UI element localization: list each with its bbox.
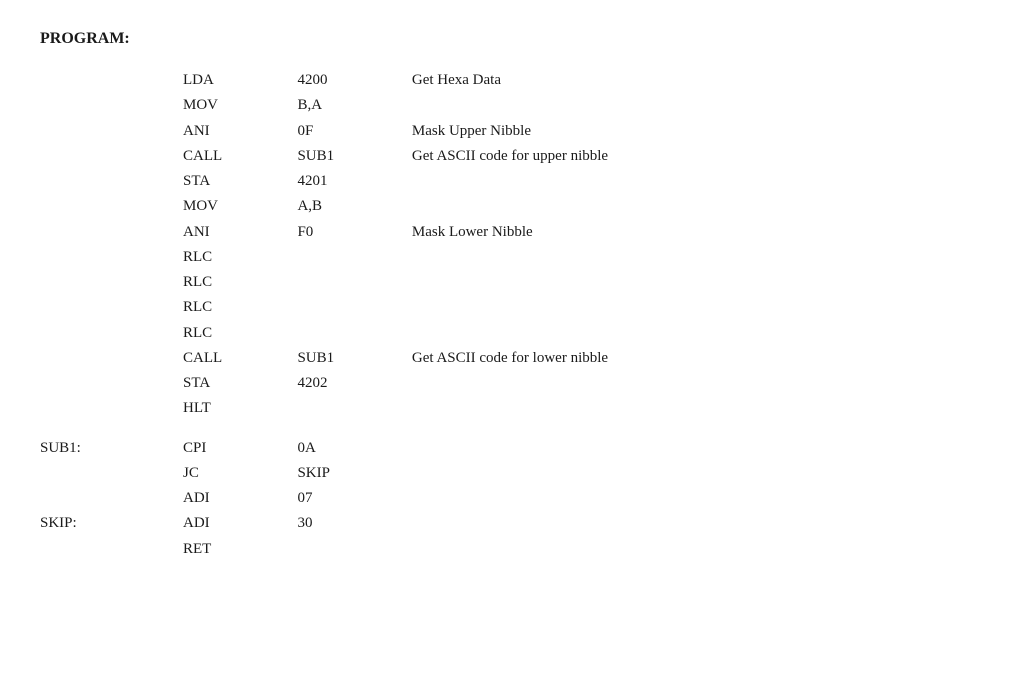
row-comment bbox=[412, 396, 984, 421]
row-mnemonic: CALL bbox=[183, 346, 297, 371]
row-mnemonic: CPI bbox=[183, 436, 297, 461]
table-row: ANIF0Mask Lower Nibble bbox=[40, 220, 984, 245]
row-comment bbox=[412, 511, 984, 536]
table-row: RLC bbox=[40, 295, 984, 320]
row-label bbox=[40, 194, 183, 219]
row-mnemonic: MOV bbox=[183, 194, 297, 219]
row-mnemonic: STA bbox=[183, 371, 297, 396]
program-heading: PROGRAM: bbox=[40, 30, 984, 48]
row-mnemonic: JC bbox=[183, 461, 297, 486]
row-comment bbox=[412, 93, 984, 118]
row-label bbox=[40, 270, 183, 295]
row-mnemonic: ADI bbox=[183, 511, 297, 536]
row-mnemonic: RLC bbox=[183, 270, 297, 295]
row-operand bbox=[297, 270, 411, 295]
table-row: MOVA,B bbox=[40, 194, 984, 219]
row-comment: Mask Upper Nibble bbox=[412, 119, 984, 144]
row-mnemonic: ADI bbox=[183, 486, 297, 511]
row-comment bbox=[412, 245, 984, 270]
row-operand: B,A bbox=[297, 93, 411, 118]
row-label bbox=[40, 371, 183, 396]
row-comment: Get ASCII code for lower nibble bbox=[412, 346, 984, 371]
row-comment: Get Hexa Data bbox=[412, 68, 984, 93]
row-operand: SUB1 bbox=[297, 144, 411, 169]
row-mnemonic: RLC bbox=[183, 321, 297, 346]
row-mnemonic: CALL bbox=[183, 144, 297, 169]
row-operand: 0A bbox=[297, 436, 411, 461]
table-row: STA4202 bbox=[40, 371, 984, 396]
row-comment bbox=[412, 371, 984, 396]
table-row: RLC bbox=[40, 321, 984, 346]
row-operand: 4200 bbox=[297, 68, 411, 93]
row-mnemonic: STA bbox=[183, 169, 297, 194]
row-label bbox=[40, 245, 183, 270]
program-body: LDA4200Get Hexa DataMOVB,AANI0FMask Uppe… bbox=[40, 68, 984, 562]
row-mnemonic: RET bbox=[183, 537, 297, 562]
row-comment: Get ASCII code for upper nibble bbox=[412, 144, 984, 169]
code-table: LDA4200Get Hexa DataMOVB,AANI0FMask Uppe… bbox=[40, 68, 984, 562]
table-row: RET bbox=[40, 537, 984, 562]
row-operand bbox=[297, 295, 411, 320]
row-comment bbox=[412, 436, 984, 461]
table-row: STA4201 bbox=[40, 169, 984, 194]
row-label bbox=[40, 537, 183, 562]
row-operand bbox=[297, 245, 411, 270]
row-operand: 4202 bbox=[297, 371, 411, 396]
table-row: ANI0FMask Upper Nibble bbox=[40, 119, 984, 144]
row-operand: 0F bbox=[297, 119, 411, 144]
table-row: HLT bbox=[40, 396, 984, 421]
row-operand bbox=[297, 396, 411, 421]
row-label bbox=[40, 461, 183, 486]
row-label bbox=[40, 169, 183, 194]
table-row: SKIP:ADI30 bbox=[40, 511, 984, 536]
table-row: ADI07 bbox=[40, 486, 984, 511]
row-comment bbox=[412, 486, 984, 511]
row-comment: Mask Lower Nibble bbox=[412, 220, 984, 245]
row-label: SKIP: bbox=[40, 511, 183, 536]
row-comment bbox=[412, 537, 984, 562]
row-mnemonic: LDA bbox=[183, 68, 297, 93]
row-comment bbox=[412, 270, 984, 295]
row-mnemonic: ANI bbox=[183, 220, 297, 245]
row-comment bbox=[412, 321, 984, 346]
row-mnemonic: MOV bbox=[183, 93, 297, 118]
row-label bbox=[40, 396, 183, 421]
row-operand: SKIP bbox=[297, 461, 411, 486]
table-row: CALLSUB1Get ASCII code for upper nibble bbox=[40, 144, 984, 169]
row-operand: F0 bbox=[297, 220, 411, 245]
table-row: LDA4200Get Hexa Data bbox=[40, 68, 984, 93]
row-comment bbox=[412, 194, 984, 219]
table-row: RLC bbox=[40, 270, 984, 295]
row-label bbox=[40, 295, 183, 320]
row-operand bbox=[297, 537, 411, 562]
row-mnemonic: RLC bbox=[183, 295, 297, 320]
table-row: SUB1:CPI0A bbox=[40, 436, 984, 461]
row-comment bbox=[412, 169, 984, 194]
row-operand: 30 bbox=[297, 511, 411, 536]
row-label bbox=[40, 119, 183, 144]
row-label bbox=[40, 321, 183, 346]
row-mnemonic: ANI bbox=[183, 119, 297, 144]
row-operand: 07 bbox=[297, 486, 411, 511]
row-label bbox=[40, 68, 183, 93]
row-label bbox=[40, 93, 183, 118]
table-row: JCSKIP bbox=[40, 461, 984, 486]
row-comment bbox=[412, 295, 984, 320]
row-operand: A,B bbox=[297, 194, 411, 219]
row-mnemonic: RLC bbox=[183, 245, 297, 270]
row-label bbox=[40, 220, 183, 245]
table-row: RLC bbox=[40, 245, 984, 270]
row-label bbox=[40, 346, 183, 371]
row-label bbox=[40, 144, 183, 169]
row-operand bbox=[297, 321, 411, 346]
row-mnemonic: HLT bbox=[183, 396, 297, 421]
row-label bbox=[40, 486, 183, 511]
table-row: CALLSUB1Get ASCII code for lower nibble bbox=[40, 346, 984, 371]
row-operand: 4201 bbox=[297, 169, 411, 194]
row-label: SUB1: bbox=[40, 436, 183, 461]
table-row bbox=[40, 422, 984, 436]
row-comment bbox=[412, 461, 984, 486]
row-operand: SUB1 bbox=[297, 346, 411, 371]
table-row: MOVB,A bbox=[40, 93, 984, 118]
